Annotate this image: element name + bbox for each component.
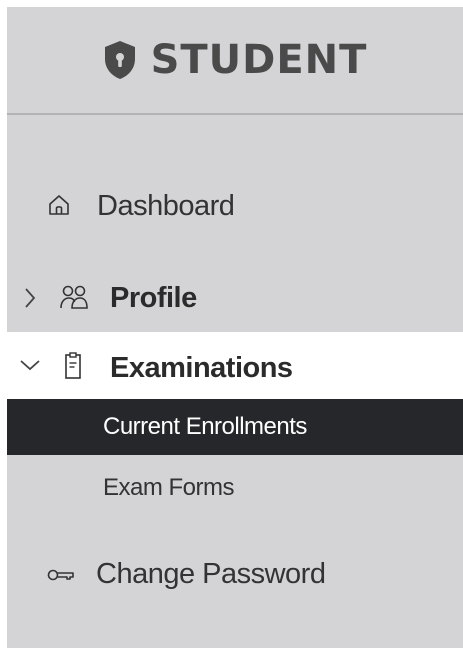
chevron-right-icon (25, 288, 36, 308)
nav-item-label: Profile (110, 281, 197, 314)
sidebar: STUDENT Dashboard Profile Examinations C… (7, 7, 463, 648)
chevron-down-icon (20, 360, 40, 371)
nav-item-change-password[interactable]: Change Password (7, 545, 463, 603)
nav-item-profile[interactable]: Profile (7, 269, 463, 327)
nav-item-dashboard[interactable]: Dashboard (7, 177, 463, 235)
subnav-item-label: Current Enrollments (103, 413, 307, 440)
brand-title: STUDENT (150, 37, 368, 83)
header-divider (7, 113, 463, 115)
home-icon (49, 195, 69, 215)
subnav-item-current-enrollments[interactable]: Current Enrollments (7, 399, 463, 455)
people-icon (60, 285, 88, 309)
nav-item-label: Dashboard (97, 189, 235, 222)
nav-item-label: Examinations (110, 351, 293, 384)
shield-lock-icon (104, 41, 135, 79)
nav-item-label: Change Password (96, 557, 326, 590)
key-icon (47, 569, 74, 581)
subnav-item-exam-forms[interactable]: Exam Forms (7, 460, 463, 516)
clipboard-icon (65, 352, 81, 379)
sidebar-header: STUDENT (7, 7, 463, 113)
subnav-item-label: Exam Forms (103, 474, 235, 501)
nav-item-examinations[interactable]: Examinations (7, 332, 463, 404)
